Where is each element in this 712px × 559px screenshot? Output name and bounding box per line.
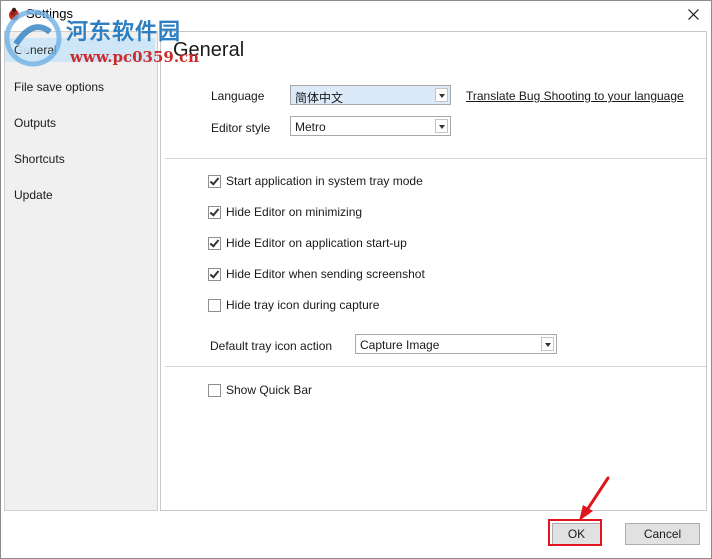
- sidebar-item-shortcuts[interactable]: Shortcuts: [14, 152, 65, 166]
- sidebar-item-update[interactable]: Update: [14, 188, 53, 202]
- checkbox-label: Hide tray icon during capture: [226, 298, 380, 312]
- language-value: 简体中文: [295, 91, 344, 105]
- chevron-down-icon: [541, 337, 554, 351]
- settings-content-panel: General Language 简体中文 Translate Bug Shoo…: [160, 31, 707, 511]
- editor-style-label: Editor style: [211, 121, 271, 135]
- editor-style-select[interactable]: Metro: [290, 116, 451, 136]
- cancel-button[interactable]: Cancel: [625, 523, 700, 545]
- checkbox[interactable]: [208, 268, 221, 281]
- checkbox[interactable]: [208, 299, 221, 312]
- divider: [165, 158, 706, 159]
- settings-sidebar: General File save options Outputs Shortc…: [4, 31, 158, 511]
- sidebar-item-outputs[interactable]: Outputs: [14, 116, 56, 130]
- tray-action-label: Default tray icon action: [210, 339, 333, 353]
- red-arrow-annotation: [579, 476, 610, 521]
- checkbox-label: Hide Editor when sending screenshot: [226, 267, 425, 281]
- sidebar-item-general[interactable]: General: [14, 43, 57, 57]
- close-button[interactable]: [681, 3, 705, 25]
- checkbox-label: Hide Editor on application start-up: [226, 236, 407, 250]
- tray-action-value: Capture Image: [360, 338, 440, 352]
- divider: [165, 366, 706, 367]
- title-bar: Settings: [1, 1, 711, 27]
- translate-link[interactable]: Translate Bug Shooting to your language: [466, 89, 684, 103]
- checkbox-label: Start application in system tray mode: [226, 174, 423, 188]
- close-icon: [687, 8, 699, 20]
- page-title: General: [173, 39, 245, 61]
- chevron-down-icon: [435, 88, 448, 102]
- checkbox-label: Hide Editor on minimizing: [226, 205, 363, 219]
- checkbox[interactable]: [208, 175, 221, 188]
- checkbox[interactable]: [208, 384, 221, 397]
- bug-icon: [9, 7, 19, 21]
- language-label: Language: [211, 89, 265, 103]
- window-title: Settings: [26, 6, 73, 21]
- checkbox-label: Show Quick Bar: [226, 383, 313, 397]
- editor-style-value: Metro: [295, 120, 326, 134]
- chevron-down-icon: [435, 119, 448, 133]
- language-select[interactable]: 简体中文: [290, 85, 451, 105]
- tray-action-select[interactable]: Capture Image: [355, 334, 557, 354]
- sidebar-item-file-save-options[interactable]: File save options: [14, 80, 104, 94]
- checkbox[interactable]: [208, 237, 221, 250]
- checkbox[interactable]: [208, 206, 221, 219]
